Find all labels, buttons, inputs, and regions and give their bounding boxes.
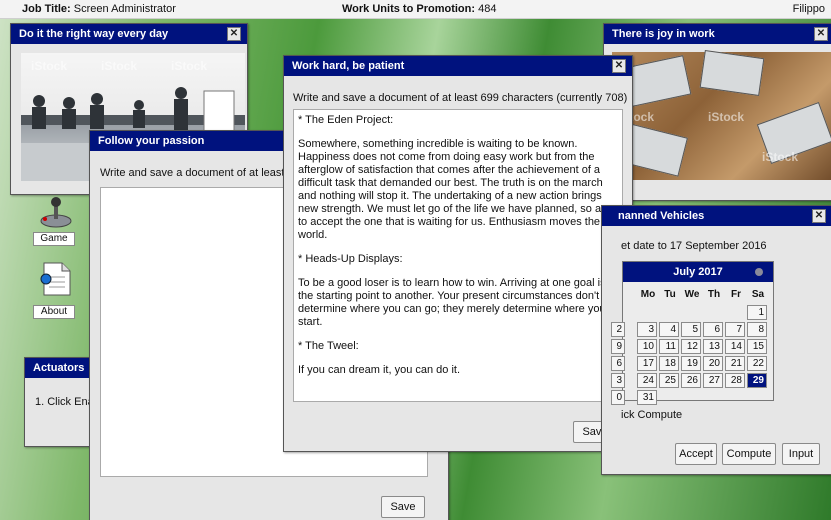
calendar-day[interactable]: 24 <box>637 373 657 388</box>
calendar-day[interactable]: 22 <box>747 356 767 371</box>
calendar-day[interactable]: 25 <box>659 373 679 388</box>
next-month-icon[interactable] <box>755 268 763 276</box>
calendar-day[interactable]: 26 <box>681 373 701 388</box>
calendar-day[interactable]: 10 <box>637 339 657 354</box>
calendar-day[interactable]: 13 <box>703 339 723 354</box>
accept-button[interactable]: Accept <box>675 443 717 465</box>
calendar-day[interactable]: 14 <box>725 339 745 354</box>
dow-label: Sa <box>751 289 765 300</box>
calendar-day[interactable]: 7 <box>725 322 745 337</box>
calendar-day[interactable]: 11 <box>659 339 679 354</box>
calendar-day[interactable]: 18 <box>659 356 679 371</box>
compute-button[interactable]: Compute <box>722 443 776 465</box>
input-button[interactable]: Input <box>782 443 820 465</box>
job-title-value: Screen Administrator <box>73 3 176 15</box>
calendar-day[interactable]: 20 <box>703 356 723 371</box>
calendar-day[interactable]: 6 <box>703 322 723 337</box>
dow-label: Fr <box>731 289 741 300</box>
work-units-label: Work Units to Promotion: <box>342 3 476 15</box>
date-picker: July 2017 Mo Tu We Th Fr Sa 1 3 4 5 6 7 8 10 11 1… <box>611 261 774 405</box>
calendar-day[interactable]: 27 <box>703 373 723 388</box>
calendar-day-partial[interactable]: 6 <box>611 356 625 371</box>
dow-label: We <box>684 289 700 300</box>
desktop-icon-game[interactable] <box>36 195 76 229</box>
calendar-day-partial[interactable]: 2 <box>611 322 625 337</box>
calendar-day[interactable]: 31 <box>637 390 657 405</box>
window-title[interactable]: nanned Vehicles <box>602 206 831 226</box>
save-button[interactable]: Save <box>381 496 425 518</box>
window-title[interactable]: Work hard, be patient <box>284 56 632 76</box>
calendar-day-selected[interactable]: 29 <box>747 373 767 388</box>
laptops-photo: iStock iStock iStock <box>612 50 831 180</box>
dow-label: Tu <box>664 289 676 300</box>
job-title: Job Title: Screen Administrator <box>22 0 176 19</box>
doc-paragraph: To be a good loser is to learn how to wi… <box>298 277 606 328</box>
calendar-day[interactable]: 8 <box>747 322 767 337</box>
close-icon[interactable]: ✕ <box>227 27 241 41</box>
dow-label: Mo <box>640 289 656 300</box>
dow-label: Th <box>707 289 721 300</box>
desktop-icon-about-label[interactable]: About <box>33 305 75 319</box>
work-units: Work Units to Promotion: 484 <box>342 0 496 19</box>
joystick-icon <box>40 197 72 228</box>
doc-heading: * Heads-Up Displays: <box>298 253 403 265</box>
work-units-value: 484 <box>478 3 497 15</box>
calendar-day[interactable]: 19 <box>681 356 701 371</box>
document-icon <box>40 262 71 296</box>
window-work-hard: Work hard, be patient ✕ Write and save a… <box>283 55 633 452</box>
calendar-day[interactable]: 5 <box>681 322 701 337</box>
doc-heading: * The Tweel: <box>298 340 359 352</box>
calendar-day[interactable]: 15 <box>747 339 767 354</box>
doc-paragraph: If you can dream it, you can do it. <box>298 364 461 376</box>
calendar-day[interactable]: 28 <box>725 373 745 388</box>
close-icon[interactable]: ✕ <box>814 27 828 41</box>
window-title[interactable]: Do it the right way every day <box>11 24 247 44</box>
close-icon[interactable]: ✕ <box>812 209 826 223</box>
calendar-day-partial[interactable]: 3 <box>611 373 625 388</box>
calendar-day[interactable]: 12 <box>681 339 701 354</box>
desktop-icon-about[interactable] <box>38 261 74 297</box>
window-manned-vehicles: nanned Vehicles ✕ et date to 17 Septembe… <box>601 205 831 475</box>
laptop-shape <box>699 50 765 96</box>
watermark: iStock <box>708 110 745 124</box>
doc-heading: * The Eden Project: <box>298 114 394 126</box>
task-instruction: et date to 17 September 2016 <box>621 240 767 252</box>
calendar-day[interactable]: 17 <box>637 356 657 371</box>
watermark: iStock <box>762 150 799 164</box>
task-instruction: Write and save a document of at least 69… <box>293 92 628 104</box>
calendar-day[interactable]: 1 <box>747 305 767 320</box>
document-editor[interactable]: * The Eden Project: Somewhere, something… <box>293 109 623 402</box>
window-title[interactable]: There is joy in work <box>604 24 831 44</box>
calendar-day-partial[interactable]: 0 <box>611 390 625 405</box>
user-name: Filippo <box>792 3 825 15</box>
window-joy-in-work: There is joy in work ✕ iStock iStock iSt… <box>603 23 831 201</box>
calendar-day-partial[interactable]: 9 <box>611 339 625 354</box>
calendar-day[interactable]: 4 <box>659 322 679 337</box>
doc-paragraph: Somewhere, something incredible is waiti… <box>298 138 607 241</box>
close-icon[interactable]: ✕ <box>612 59 626 73</box>
job-title-label: Job Title: <box>22 3 71 15</box>
task-hint: ick Compute <box>621 409 683 421</box>
calendar-day[interactable]: 3 <box>637 322 657 337</box>
calendar-day[interactable]: 21 <box>725 356 745 371</box>
desktop-icon-game-label[interactable]: Game <box>33 232 75 246</box>
top-status-bar: Job Title: Screen Administrator Work Uni… <box>0 0 831 19</box>
calendar-month: July 2017 <box>623 262 773 282</box>
